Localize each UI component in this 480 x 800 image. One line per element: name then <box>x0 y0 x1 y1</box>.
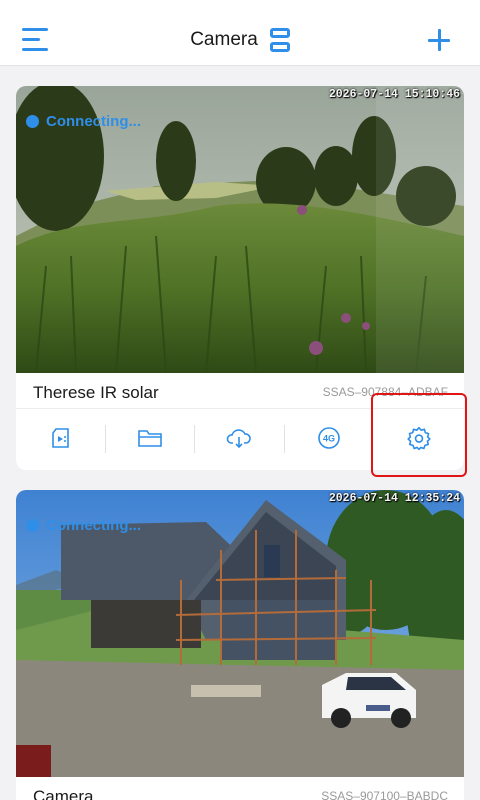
status-text: Connecting... <box>46 113 141 130</box>
feed-timestamp: 2026-07-14 15:10:46 <box>328 88 460 101</box>
sd-card-playback-icon[interactable] <box>46 422 78 454</box>
camera-device-id: SSAS–907100–BABDC <box>321 789 448 800</box>
layout-toggle-icon[interactable] <box>269 28 290 52</box>
camera-name: Therese IR solar <box>33 383 159 402</box>
4g-icon[interactable]: 4G <box>313 422 345 454</box>
4g-label: 4G <box>323 434 335 444</box>
status-dot-icon <box>26 519 39 532</box>
top-bar: Camera <box>0 0 480 66</box>
toolbar-divider <box>105 425 106 453</box>
camera-feed-preview[interactable]: 2026-07-14 12:35:24 Connecting... <box>16 490 464 777</box>
cloud-download-icon[interactable] <box>223 422 255 454</box>
connection-status: Connecting... <box>26 113 141 130</box>
toolbar-divider <box>284 425 285 453</box>
connection-status: Connecting... <box>26 517 141 534</box>
title-group: Camera <box>0 28 480 52</box>
camera-card: 2026-07-14 12:35:24 Connecting... Camera… <box>16 490 464 800</box>
status-text: Connecting... <box>46 517 141 534</box>
camera-feed-preview[interactable]: 2026-07-14 15:10:46 Connecting... <box>16 86 464 373</box>
camera-name: Camera <box>33 787 94 800</box>
page-title: Camera <box>190 29 258 50</box>
status-dot-icon <box>26 115 39 128</box>
folder-icon[interactable] <box>134 422 166 454</box>
settings-highlight-box <box>371 393 467 477</box>
plus-icon[interactable] <box>428 29 450 51</box>
toolbar-divider <box>194 425 195 453</box>
feed-timestamp: 2026-07-14 12:35:24 <box>328 492 460 505</box>
camera-info-row[interactable]: Camera SSAS–907100–BABDC <box>16 777 464 800</box>
